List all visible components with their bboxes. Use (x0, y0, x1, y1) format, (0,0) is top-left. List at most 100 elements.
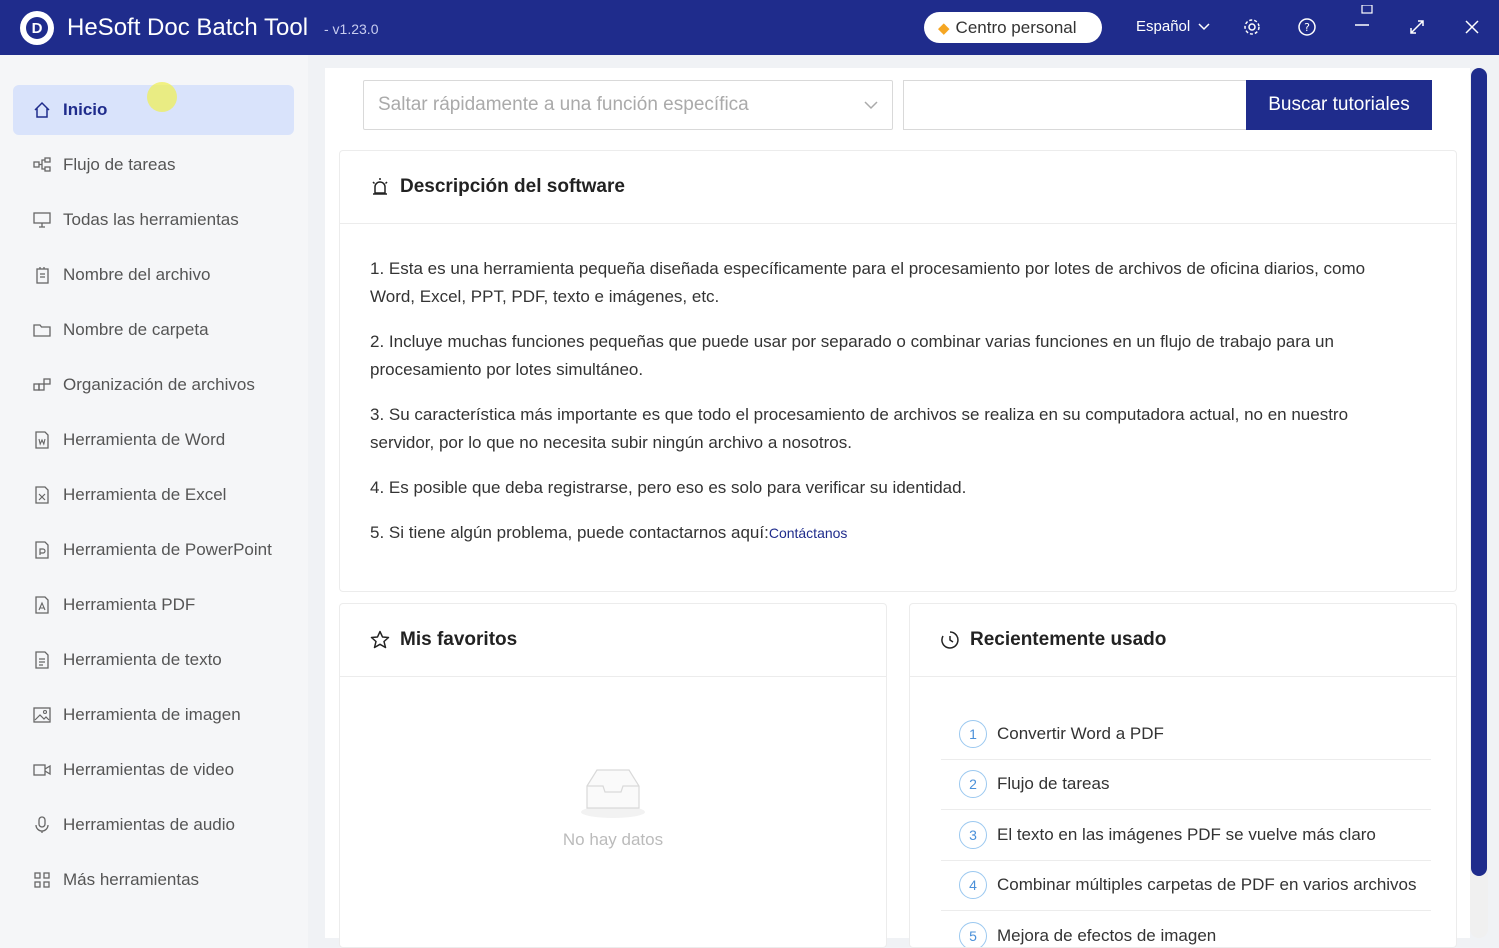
star-icon (370, 630, 390, 650)
sidebar-item-label: Herramienta de Word (63, 430, 226, 449)
image-icon (33, 706, 51, 724)
sidebar-item-label: Herramienta de texto (63, 650, 222, 669)
svg-text:?: ? (1304, 21, 1310, 34)
organize-icon (33, 376, 51, 394)
chevron-down-icon (1198, 19, 1210, 34)
language-label: Español (1136, 18, 1191, 35)
recent-item[interactable]: 5 Mejora de efectos de imagen (941, 911, 1431, 947)
recently-used-card: Recientemente usado 1 Convertir Word a PD… (909, 603, 1457, 948)
description-title: Descripción del software (400, 176, 625, 197)
excel-file-icon (33, 486, 51, 504)
recent-item[interactable]: 1 Convertir Word a PDF (941, 709, 1431, 760)
sidebar-item-herramientas-de-audio[interactable]: Herramientas de audio (13, 800, 294, 850)
sidebar-item-label: Más herramientas (63, 870, 200, 889)
favorites-title: Mis favoritos (400, 629, 518, 650)
text-file-icon (33, 651, 51, 669)
personal-center-label: Centro personal (955, 17, 1077, 37)
recent-item[interactable]: 3 El texto en las imágenes PDF se vuelve … (941, 810, 1431, 861)
favorites-card: Mis favoritos No hay datos (339, 603, 887, 948)
sidebar-item-herramienta-de-word[interactable]: Herramienta de Word (13, 415, 294, 465)
recent-item-label: El texto en las imágenes PDF se vuelve m… (997, 824, 1376, 844)
close-icon[interactable] (1460, 15, 1484, 39)
recent-item-number: 2 (959, 770, 987, 799)
empty-inbox-icon (573, 764, 653, 820)
description-item: 2. Incluye muchas funciones pequeñas que… (370, 332, 1334, 379)
sidebar-item-label: Herramienta PDF (63, 595, 196, 614)
function-jump-select[interactable]: Saltar rápidamente a una función específ… (363, 80, 893, 130)
card-header: Mis favoritos (340, 604, 886, 677)
sidebar-item-organizacion-de-archivos[interactable]: Organización de archivos (13, 360, 294, 410)
sidebar-item-herramienta-de-excel[interactable]: Herramienta de Excel (13, 470, 294, 520)
home-icon (33, 101, 51, 119)
sidebar-item-mas-herramientas[interactable]: Más herramientas (13, 855, 294, 905)
mouse-cursor-highlight (147, 82, 177, 112)
history-clock-icon (940, 630, 960, 650)
minimize-icon[interactable] (1350, 5, 1374, 32)
microphone-icon (33, 816, 51, 834)
sidebar-item-herramienta-de-powerpoint[interactable]: Herramienta de PowerPoint (13, 525, 294, 575)
recent-item-label: Flujo de tareas (997, 774, 1110, 794)
app-title: HeSoft Doc Batch Tool (67, 14, 309, 41)
recent-item-number: 3 (959, 820, 987, 849)
sidebar-item-herramienta-pdf[interactable]: Herramienta PDF (13, 580, 294, 630)
function-jump-placeholder: Saltar rápidamente a una función específ… (378, 94, 749, 115)
sidebar-item-herramientas-de-video[interactable]: Herramientas de video (13, 745, 294, 795)
sidebar-item-flujo-de-tareas[interactable]: Flujo de tareas (13, 140, 294, 190)
sidebar-item-nombre-de-carpeta[interactable]: Nombre de carpeta (13, 305, 294, 355)
diamond-icon: ◆ (938, 19, 950, 37)
file-copy-icon (33, 266, 51, 284)
folder-icon (33, 321, 51, 339)
monitor-icon (33, 211, 51, 229)
recent-item-label: Combinar múltiples carpetas de PDF en va… (997, 875, 1417, 895)
card-header: Recientemente usado (910, 604, 1456, 677)
word-file-icon (33, 431, 51, 449)
sidebar-item-label: Herramienta de Excel (63, 485, 227, 504)
app-version: - v1.23.0 (324, 21, 379, 37)
description-item: 1. Esta es una herramienta pequeña diseñ… (370, 259, 1366, 306)
description-item: 5. Si tiene algún problema, puede contac… (370, 519, 1390, 547)
search-tutorials-button[interactable]: Buscar tutoriales (1246, 80, 1432, 130)
recent-item-label: Mejora de efectos de imagen (997, 925, 1217, 945)
empty-text: No hay datos (562, 830, 664, 849)
scrollbar-thumb[interactable] (1471, 68, 1487, 876)
workflow-icon (33, 156, 51, 174)
grid-icon (33, 871, 51, 889)
card-header: Descripción del software (340, 151, 1456, 224)
recent-item[interactable]: 2 Flujo de tareas (941, 760, 1431, 810)
settings-icon[interactable] (1240, 15, 1264, 39)
description-item: 3. Su característica más importante es q… (370, 405, 1349, 452)
recent-item-label: Convertir Word a PDF (997, 723, 1164, 743)
sidebar-item-label: Herramienta de PowerPoint (63, 540, 272, 559)
personal-center-button[interactable]: ◆ Centro personal (924, 12, 1102, 43)
sidebar-item-todas-las-herramientas[interactable]: Todas las herramientas (13, 195, 294, 245)
title-bar: D HeSoft Doc Batch Tool - v1.23.0 ◆ Cent… (0, 0, 1499, 55)
app-logo: D (20, 11, 54, 45)
recent-item[interactable]: 4 Combinar múltiples carpetas de PDF en v… (941, 861, 1431, 911)
recent-item-number: 4 (959, 871, 987, 900)
contact-link[interactable]: Contáctanos (769, 525, 848, 541)
chevron-down-icon (864, 95, 878, 118)
sidebar-item-herramienta-de-imagen[interactable]: Herramienta de imagen (13, 690, 294, 740)
sidebar-item-herramienta-de-texto[interactable]: Herramienta de texto (13, 635, 294, 685)
sidebar-item-nombre-del-archivo[interactable]: Nombre del archivo (13, 250, 294, 300)
sidebar-item-label: Nombre del archivo (63, 265, 211, 284)
video-icon (33, 761, 51, 779)
maximize-icon[interactable] (1405, 15, 1429, 39)
description-list: 1. Esta es una herramienta pequeña diseñ… (370, 255, 1390, 564)
sidebar-item-label: Organización de archivos (63, 375, 255, 394)
contact-text: 5. Si tiene algún problema, puede contac… (370, 523, 769, 542)
sidebar-item-label: Herramientas de video (63, 760, 235, 779)
alarm-bell-icon (370, 177, 390, 197)
sidebar-item-label: Inicio (63, 100, 108, 119)
recent-item-number: 5 (959, 921, 987, 947)
ppt-file-icon (33, 541, 51, 559)
sidebar-item-label: Todas las herramientas (63, 210, 239, 229)
sidebar-item-label: Nombre de carpeta (63, 320, 209, 339)
help-icon[interactable]: ? (1295, 15, 1319, 39)
tutorial-search-input[interactable] (903, 80, 1247, 130)
empty-state: No hay datos (340, 764, 886, 850)
recent-item-number: 1 (959, 719, 987, 748)
recent-list: 1 Convertir Word a PDF 2 Flujo de tareas 3 El… (941, 709, 1431, 947)
language-select[interactable]: Español (1136, 18, 1210, 35)
description-item: 4. Es posible que deba registrarse, pero… (370, 478, 967, 497)
